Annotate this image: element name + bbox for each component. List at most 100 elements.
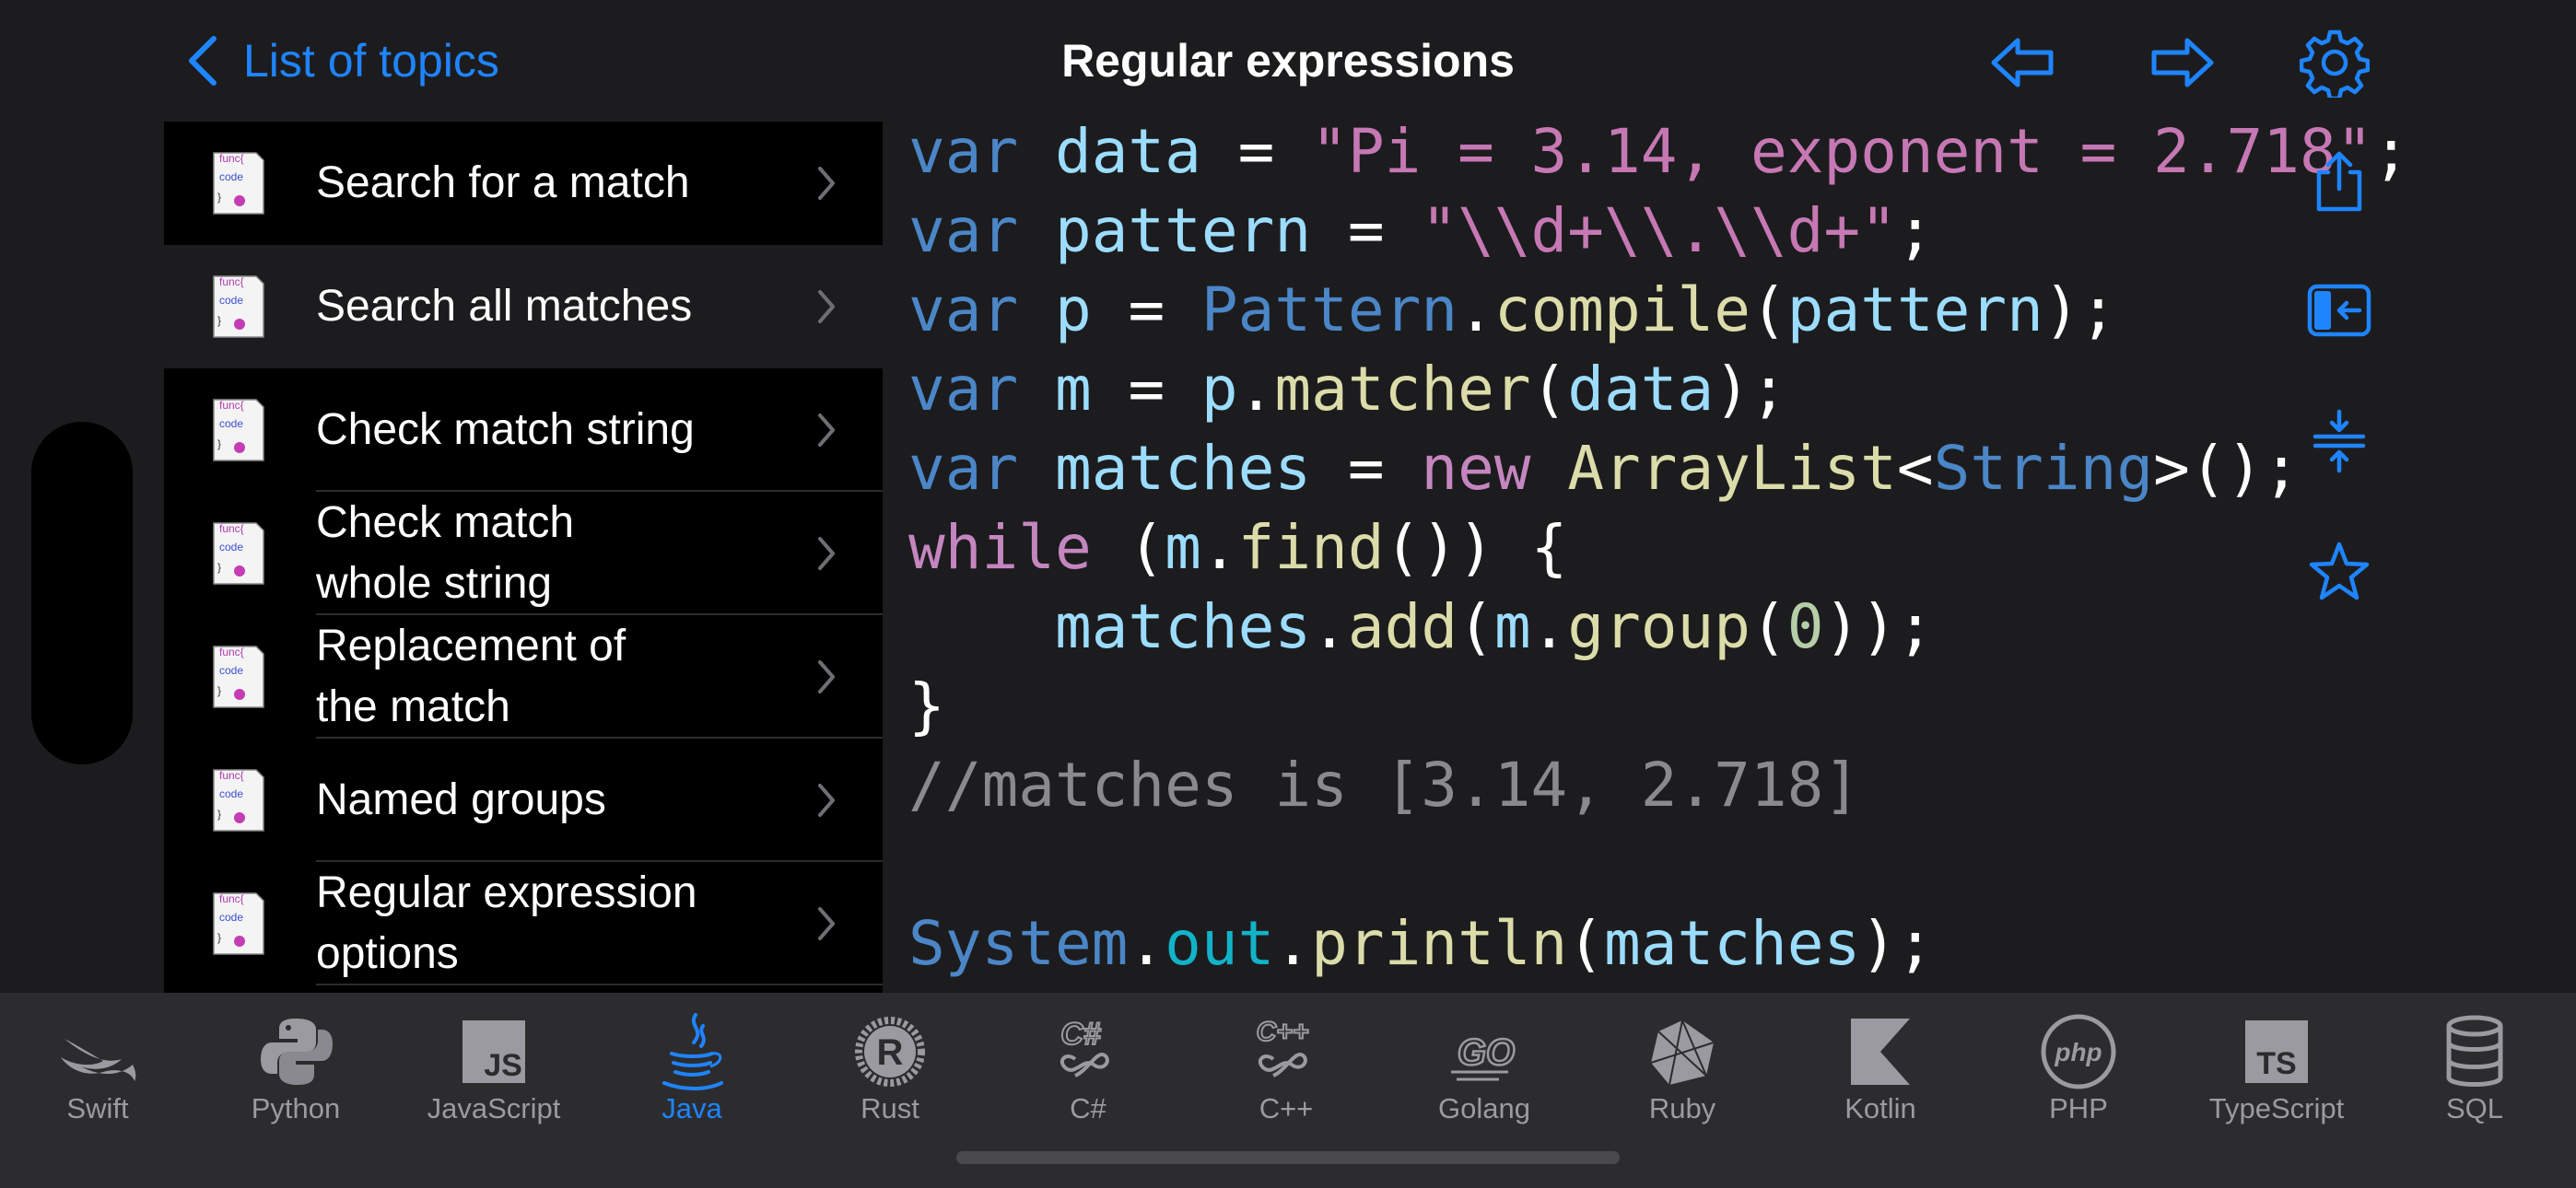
sidebar-toggle-icon (2307, 284, 2371, 337)
func-code-icon: func{code} (213, 769, 264, 832)
tab-typescript[interactable]: TS TypeScript (2184, 993, 2369, 1149)
next-button[interactable] (2145, 26, 2219, 99)
settings-button[interactable] (2298, 26, 2371, 99)
code-token: ); (2043, 274, 2117, 345)
topic-row[interactable]: func{code} Search all matches (164, 245, 883, 368)
code-token: m (1165, 512, 1201, 583)
code-token: p (1054, 274, 1092, 345)
tab-javascript[interactable]: JS JavaScript (402, 993, 586, 1149)
code-token: 0 (1786, 591, 1824, 662)
tab-php[interactable]: php PHP (1986, 993, 2171, 1149)
code-token: group (1567, 591, 1751, 662)
topic-row[interactable]: func{code} Named groups (164, 739, 883, 862)
code-line: var matches = new ArrayList<String>(); (908, 429, 2300, 508)
code-token: >(); (2153, 433, 2301, 504)
tab-c[interactable]: C# C# (996, 993, 1180, 1149)
code-token: find (1237, 512, 1385, 583)
tab-label: TypeScript (2208, 1092, 2345, 1124)
icon-text: } (217, 931, 221, 944)
icon-text: } (217, 561, 221, 574)
icon-text: func{ (219, 152, 244, 165)
chevron-right-icon (818, 537, 835, 570)
code-token: ( (1458, 591, 1494, 662)
topic-row[interactable]: func{code} Search for a match (164, 122, 883, 245)
chevron-right-icon (818, 660, 835, 693)
icon-text: } (217, 437, 221, 450)
gear-icon (2300, 29, 2370, 98)
icon-text: } (217, 191, 221, 204)
code-token: )); (1823, 591, 1934, 662)
row-separator (316, 984, 883, 985)
tab-java[interactable]: Java (600, 993, 784, 1149)
code-token: matcher (1274, 354, 1531, 425)
icon-text: code (219, 294, 243, 307)
tab-label: C# (1070, 1092, 1107, 1124)
topic-row[interactable]: func{code} Regular expression options (164, 862, 883, 985)
code-token: var (908, 433, 1055, 504)
tab-label: Kotlin (1844, 1092, 1916, 1124)
tab-ruby[interactable]: Ruby (1590, 993, 1774, 1149)
code-token: . (1458, 274, 1494, 345)
icon-text: func{ (219, 275, 244, 288)
code-token: matches (1054, 433, 1312, 504)
cpp-icon: C++ (1256, 1016, 1309, 1077)
tab-label: Swift (66, 1092, 129, 1124)
tab-c[interactable]: C++ C++ (1194, 993, 1378, 1149)
tab-python[interactable]: Python (204, 993, 388, 1149)
icon-text: code (219, 911, 243, 924)
svg-text:GO: GO (1458, 1032, 1515, 1073)
code-token: ( (1091, 512, 1165, 583)
code-token: out (1165, 908, 1275, 979)
icon-text: func{ (219, 399, 244, 412)
tab-swift[interactable]: Swift (6, 993, 190, 1149)
sidebar-toggle-button[interactable] (2303, 274, 2375, 346)
collapse-button[interactable] (2303, 405, 2375, 477)
code-token: = (1091, 354, 1201, 425)
code-token: ; (2372, 122, 2410, 187)
func-code-icon: func{code} (213, 646, 264, 708)
tab-sql[interactable]: SQL (2383, 993, 2567, 1149)
previous-button[interactable] (1986, 26, 2060, 99)
collapse-icon (2313, 409, 2366, 473)
golang-icon: GO (1451, 1031, 1516, 1081)
tab-kotlin[interactable]: Kotlin (1788, 993, 1973, 1149)
svg-text:php: php (2054, 1038, 2102, 1066)
topic-label: Replacement of the match (316, 622, 626, 731)
code-line: } (908, 667, 945, 746)
func-code-icon: func{code} (213, 892, 264, 955)
code-token: . (1200, 512, 1238, 583)
code-token: . (1311, 591, 1348, 662)
svg-text:C#: C# (1060, 1017, 1101, 1052)
func-code-icon: func{code} (213, 275, 264, 338)
topic-label: Named groups (316, 775, 606, 824)
code-line: var m = p.matcher(data); (908, 350, 1787, 429)
code-token: var (908, 122, 1055, 187)
code-token: ( (1567, 908, 1605, 979)
tab-golang[interactable]: GO Golang (1392, 993, 1576, 1149)
icon-text: } (217, 808, 221, 821)
code-token: var (908, 274, 1055, 345)
share-button[interactable] (2303, 146, 2375, 217)
tab-rust[interactable]: R Rust (798, 993, 982, 1149)
icon-text: code (219, 541, 243, 553)
code-token: "\\d+\\.\\d+" (1421, 195, 1897, 266)
code-token: . (1274, 908, 1312, 979)
code-token: ( (1750, 274, 1787, 345)
topic-row[interactable]: func{code} Check match string (164, 368, 883, 492)
code-token: var (908, 354, 1055, 425)
icon-text: } (217, 684, 221, 697)
code-token: = (1311, 195, 1422, 266)
typescript-icon: TS (2245, 1020, 2308, 1083)
topic-list[interactable]: func{code} Search for a match func{code} Se… (164, 122, 883, 993)
code-token: ( (1530, 354, 1568, 425)
favorite-button[interactable] (2303, 536, 2375, 608)
code-line: var pattern = "\\d+\\.\\d+"; (908, 192, 1934, 271)
code-token: } (908, 670, 945, 741)
chevron-right-icon (818, 907, 835, 940)
topic-row[interactable]: func{code} Replacement of the match (164, 615, 883, 739)
code-token: matches (1054, 591, 1312, 662)
code-token: = (1311, 433, 1422, 504)
topic-row[interactable]: func{code} Check match whole string (164, 492, 883, 615)
icon-text: func{ (219, 646, 244, 658)
code-token: = (1091, 274, 1201, 345)
